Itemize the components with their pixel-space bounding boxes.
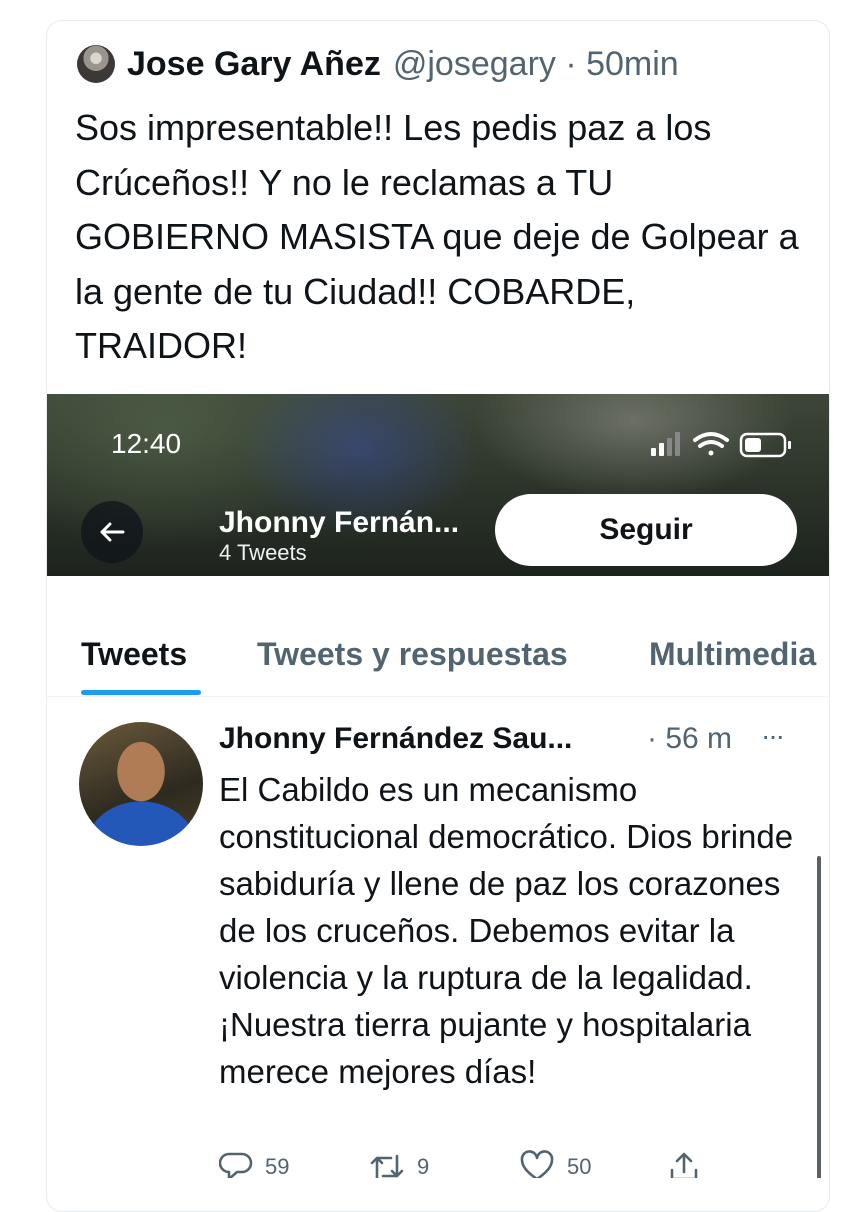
status-bar-time: 12:40 <box>111 428 182 459</box>
outer-author-name[interactable]: Jose Gary Añez <box>127 45 381 84</box>
tab-tweets[interactable]: Tweets <box>81 636 187 672</box>
more-options-icon[interactable]: ··· <box>761 720 785 752</box>
scrollbar[interactable] <box>817 856 821 1178</box>
tweet-time: · 56 m <box>647 722 733 755</box>
outer-tweet-header: Jose Gary Añez @josegary · 50min <box>77 41 679 87</box>
tweet-author-name[interactable]: Jhonny Fernández Sau... <box>219 722 572 756</box>
tab-media[interactable]: Multimedia <box>649 636 816 672</box>
wifi-icon <box>693 432 729 456</box>
retweet-button[interactable]: 9 <box>369 1150 429 1178</box>
embedded-screenshot[interactable]: 12:40 Jhonny Fernán... 4 Tweets Seguir T… <box>47 394 829 1178</box>
quote-tweet-card: Jose Gary Añez @josegary · 50min Sos imp… <box>46 20 830 1212</box>
tweet-text: El Cabildo es un mecanismo constituciona… <box>219 771 794 1090</box>
avatar[interactable] <box>79 722 203 846</box>
heart-icon <box>520 1150 554 1178</box>
signal-icon <box>651 432 680 456</box>
outer-tweet-text: Sos impresentable!! Les pedis paz a los … <box>75 107 799 366</box>
back-button[interactable] <box>81 501 143 563</box>
follow-button[interactable]: Seguir <box>495 494 797 566</box>
profile-name: Jhonny Fernán... <box>219 506 460 539</box>
like-button[interactable]: 50 <box>519 1150 591 1178</box>
retweet-count: 9 <box>417 1154 430 1178</box>
battery-icon <box>739 432 791 458</box>
arrow-left-icon <box>100 522 125 542</box>
like-count: 50 <box>567 1154 592 1178</box>
profile-tabs: Tweets Tweets y respuestas Multimedia <box>47 576 829 697</box>
reply-count: 59 <box>265 1154 290 1178</box>
tab-tweets-replies[interactable]: Tweets y respuestas <box>257 636 568 672</box>
share-button[interactable] <box>667 1150 713 1178</box>
status-bar-icons <box>651 432 791 458</box>
outer-author-handle-time: @josegary · 50min <box>392 44 679 83</box>
profile-banner: 12:40 Jhonny Fernán... 4 Tweets Seguir <box>47 394 829 576</box>
avatar[interactable] <box>77 45 115 83</box>
retweet-icon <box>370 1154 404 1178</box>
tweet-count: 4 Tweets <box>219 540 307 565</box>
reply-icon <box>219 1152 253 1178</box>
reply-button[interactable]: 59 <box>219 1150 289 1178</box>
active-tab-indicator <box>81 690 201 695</box>
share-icon <box>670 1152 698 1178</box>
